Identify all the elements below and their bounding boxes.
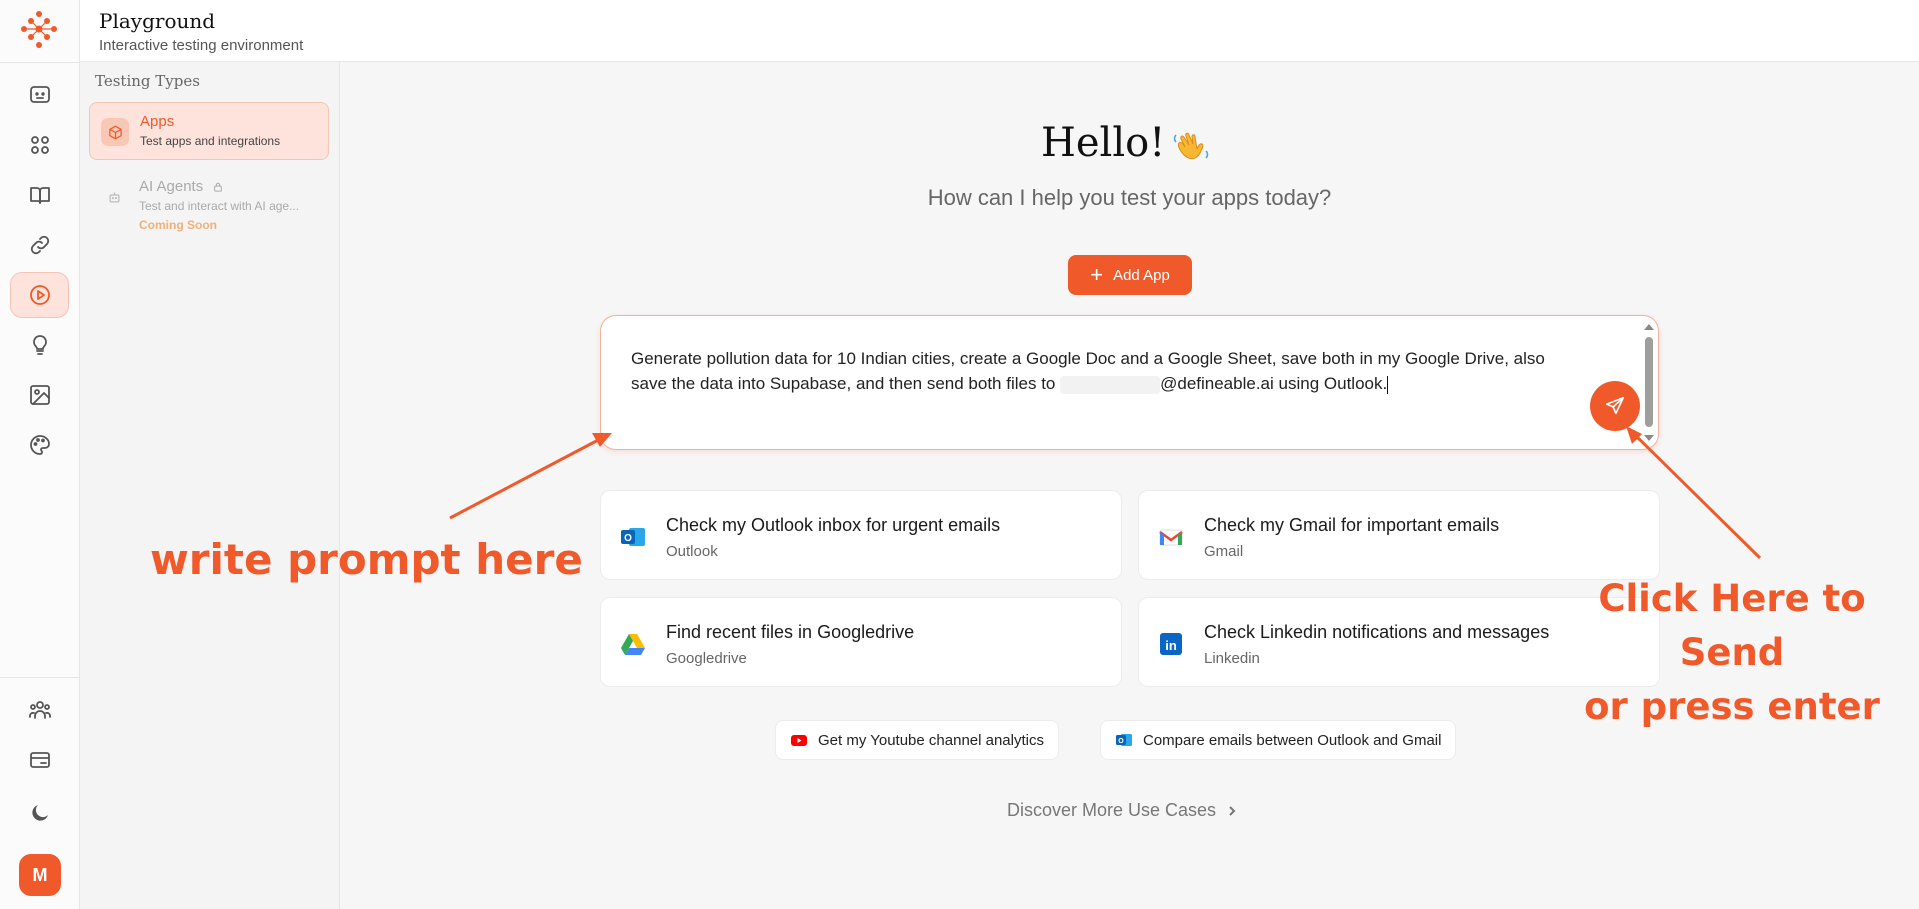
sidebar-item-apps[interactable]: Apps Test apps and integrations [89,102,329,160]
billing-button[interactable] [10,737,69,783]
integrations-button[interactable] [10,222,69,268]
rail-divider [0,677,79,678]
annotation-left: write prompt here [150,535,583,584]
waving-hand-icon [1173,132,1209,160]
page-title: Playground [99,9,216,33]
palette-icon [29,435,50,455]
linkedin-icon: in [1160,633,1182,655]
themes-button[interactable] [10,422,69,468]
moon-icon [31,805,48,821]
ideas-button[interactable] [10,322,69,368]
prompt-text[interactable]: Generate pollution data for 10 Indian ci… [631,346,1571,396]
suggestion-title: Check Linkedin notifications and message… [1204,622,1550,642]
team-icon [28,701,51,719]
cube-icon [101,118,129,146]
chip-label: Compare emails between Outlook and Gmail [1143,731,1442,749]
suggestion-app: Googledrive [666,650,747,667]
prompt-line: Outlook. [1323,374,1388,393]
quick-prompt-chip[interactable]: Get my Youtube channel analytics [775,720,1059,760]
suggestion-title: Find recent files in Googledrive [666,622,915,642]
tagline: How can I help you test your apps today? [927,185,1332,210]
add-app-button[interactable]: + Add App [1068,255,1192,295]
apps-grid-icon [30,136,49,154]
playground-button[interactable] [10,272,69,318]
annotation-line: Click Here to Send [1598,577,1866,674]
outlook-icon: O [1116,734,1132,746]
lock-icon [214,182,223,192]
suggestion-card[interactable]: O Check my Outlook inbox for urgent emai… [600,490,1122,580]
apps-button[interactable] [10,122,69,168]
svg-text:O: O [624,533,632,544]
suggestion-card[interactable]: Check my Gmail for important emails Gmai… [1138,490,1660,580]
sidebar-item-label: Apps [140,113,175,130]
chip-label: Get my Youtube channel analytics [818,731,1044,749]
scrollbar-thumb[interactable] [1645,337,1653,427]
images-button[interactable] [10,372,69,418]
gmail-icon [1159,529,1183,546]
page-subtitle: Interactive testing environment [99,37,304,54]
chat-icon [29,86,50,103]
library-button[interactable] [10,172,69,218]
play-icon [29,285,50,305]
suggestion-title: Check my Outlook inbox for urgent emails [666,515,1001,535]
team-button[interactable] [10,687,69,733]
sidebar-item-description: Test apps and integrations [140,134,281,148]
rail-divider [0,62,79,63]
book-icon [29,187,50,204]
text-caret [1387,375,1389,394]
bulb-icon [32,335,47,355]
prompt-input[interactable]: Generate pollution data for 10 Indian ci… [600,315,1659,450]
sidebar-item-label: AI Agents [139,178,204,195]
link-icon [30,235,49,255]
suggestion-app: Gmail [1204,543,1244,560]
annotation-line: or press enter [1584,685,1880,728]
discover-label: Discover More Use Cases [1007,800,1217,820]
annotation-right: Click Here to Send or press enter [1545,572,1919,734]
page-header: Playground Interactive testing environme… [80,0,1919,62]
greeting-heading: Hello! [1041,120,1166,166]
prompt-line: Generate pollution data for 10 Indian ci… [631,349,1460,368]
theme-toggle-button[interactable] [10,790,69,836]
image-icon [29,385,50,405]
redacted-text [1060,375,1161,394]
scroll-up-arrow[interactable] [1644,324,1654,330]
billing-icon [29,752,50,768]
discover-more-link[interactable]: Discover More Use Cases [1007,800,1238,821]
scroll-down-arrow[interactable] [1644,435,1654,441]
svg-text:O: O [1118,738,1124,745]
icon-rail: M [0,0,80,909]
prompt-line: @defineable.ai using [1160,374,1320,393]
send-button[interactable] [1590,381,1640,431]
google-drive-icon [621,634,645,655]
chat-button[interactable] [10,72,69,118]
suggestion-title: Check my Gmail for important emails [1204,515,1500,535]
coming-soon-badge: Coming Soon [139,218,217,232]
add-app-label: Add App [1113,266,1170,284]
sidebar-item-ai-agents: AI Agents Test and interact with AI age.… [89,168,329,232]
app-logo-icon[interactable] [20,10,58,50]
send-icon [1605,396,1625,415]
sidebar-item-label-wrap: AI Agents [139,178,223,195]
svg-text:in: in [1165,638,1177,653]
quick-prompt-chip[interactable]: O Compare emails between Outlook and Gma… [1100,720,1457,760]
testing-types-sidebar: Testing Types Apps Test apps and integra… [80,62,340,909]
youtube-icon [791,735,807,746]
plus-icon: + [1090,262,1104,287]
suggestion-card[interactable]: Find recent files in Googledrive Googled… [600,597,1122,687]
avatar[interactable]: M [19,854,61,896]
bot-icon [100,183,128,211]
sidebar-item-description: Test and interact with AI age... [139,199,300,213]
sidebar-heading: Testing Types [95,72,200,90]
arrow-to-prompt [449,436,603,520]
suggestion-app: Linkedin [1204,650,1260,667]
suggestion-app: Outlook [666,543,718,560]
chevron-right-icon [1229,805,1236,816]
outlook-icon: O [621,528,645,546]
